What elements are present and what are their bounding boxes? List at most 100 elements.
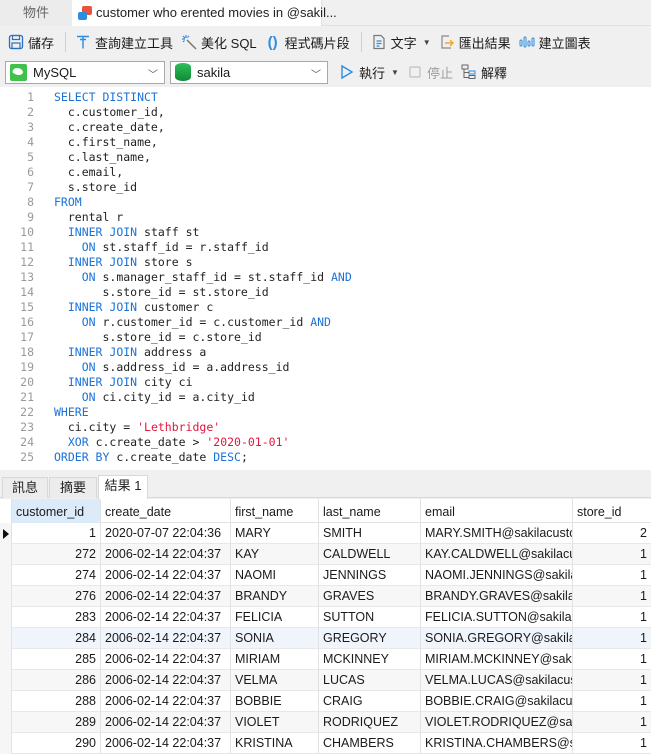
cell-email[interactable]: NAOMI.JENNINGS@sakilacustomer.org — [421, 565, 573, 586]
row-indicator[interactable] — [0, 586, 12, 607]
cell-last-name[interactable]: LUCAS — [319, 670, 421, 691]
tab-query[interactable]: customer who erented movies in @sakil... — [72, 0, 337, 26]
sql-editor[interactable]: 1 SELECT DISTINCT 2 c.customer_id, 3 c.crea… — [0, 87, 651, 470]
cell-last-name[interactable]: GRAVES — [319, 586, 421, 607]
row-indicator[interactable] — [0, 691, 12, 712]
cell-store-id[interactable]: 1 — [573, 691, 651, 712]
cell-customer-id[interactable]: 1 — [12, 523, 101, 544]
cell-email[interactable]: SONIA.GREGORY@sakilacustomer.org — [421, 628, 573, 649]
row-indicator[interactable] — [0, 628, 12, 649]
cell-create-date[interactable]: 2006-02-14 22:04:37 — [101, 691, 231, 712]
cell-email[interactable]: VELMA.LUCAS@sakilacustomer.org — [421, 670, 573, 691]
cell-store-id[interactable]: 1 — [573, 544, 651, 565]
column-header[interactable]: create_date — [101, 499, 231, 523]
cell-customer-id[interactable]: 288 — [12, 691, 101, 712]
explain-button[interactable]: 解釋 — [458, 60, 510, 84]
tab-message[interactable]: 訊息 — [2, 477, 48, 498]
row-indicator[interactable] — [0, 607, 12, 628]
cell-store-id[interactable]: 1 — [573, 607, 651, 628]
cell-create-date[interactable]: 2020-07-07 22:04:36 — [101, 523, 231, 544]
table-row[interactable]: 276 2006-02-14 22:04:37 BRANDY GRAVES BRANDY… — [0, 586, 651, 607]
cell-last-name[interactable]: CHAMBERS — [319, 733, 421, 754]
row-indicator[interactable] — [0, 712, 12, 733]
column-header[interactable]: last_name — [319, 499, 421, 523]
cell-first-name[interactable]: SONIA — [231, 628, 319, 649]
tab-result-1[interactable]: 結果 1 — [98, 475, 148, 499]
table-row[interactable]: 1 2020-07-07 22:04:36 MARY SMITH MARY.SMITH@… — [0, 523, 651, 544]
dropdown-caret-icon[interactable]: ▼ — [423, 38, 431, 47]
export-results-button[interactable]: 匯出結果 — [436, 30, 514, 54]
cell-create-date[interactable]: 2006-02-14 22:04:37 — [101, 649, 231, 670]
cell-first-name[interactable]: FELICIA — [231, 607, 319, 628]
cell-last-name[interactable]: SMITH — [319, 523, 421, 544]
row-indicator[interactable] — [0, 670, 12, 691]
run-button[interactable]: 執行 ▼ — [336, 60, 402, 84]
cell-email[interactable]: MARY.SMITH@sakilacustomer.org — [421, 523, 573, 544]
save-button[interactable]: 儲存 — [5, 30, 57, 54]
tab-summary[interactable]: 摘要 — [49, 477, 97, 498]
cell-create-date[interactable]: 2006-02-14 22:04:37 — [101, 712, 231, 733]
result-grid[interactable]: customer_id create_date first_name last_… — [0, 499, 651, 754]
table-row[interactable]: 288 2006-02-14 22:04:37 BOBBIE CRAIG BOBBIE.… — [0, 691, 651, 712]
cell-create-date[interactable]: 2006-02-14 22:04:37 — [101, 607, 231, 628]
table-row[interactable]: 284 2006-02-14 22:04:37 SONIA GREGORY SONIA.… — [0, 628, 651, 649]
cell-last-name[interactable]: GREGORY — [319, 628, 421, 649]
column-header[interactable]: email — [421, 499, 573, 523]
row-indicator[interactable] — [0, 523, 12, 544]
cell-last-name[interactable]: CRAIG — [319, 691, 421, 712]
cell-store-id[interactable]: 1 — [573, 586, 651, 607]
cell-create-date[interactable]: 2006-02-14 22:04:37 — [101, 733, 231, 754]
cell-customer-id[interactable]: 274 — [12, 565, 101, 586]
row-indicator[interactable] — [0, 565, 12, 586]
table-row[interactable]: 290 2006-02-14 22:04:37 KRISTINA CHAMBERS KR… — [0, 733, 651, 754]
cell-first-name[interactable]: BOBBIE — [231, 691, 319, 712]
cell-last-name[interactable]: SUTTON — [319, 607, 421, 628]
cell-store-id[interactable]: 1 — [573, 733, 651, 754]
cell-first-name[interactable]: KRISTINA — [231, 733, 319, 754]
cell-email[interactable]: KAY.CALDWELL@sakilacustomer.org — [421, 544, 573, 565]
cell-create-date[interactable]: 2006-02-14 22:04:37 — [101, 544, 231, 565]
cell-create-date[interactable]: 2006-02-14 22:04:37 — [101, 565, 231, 586]
column-header[interactable]: first_name — [231, 499, 319, 523]
cell-first-name[interactable]: VIOLET — [231, 712, 319, 733]
cell-store-id[interactable]: 1 — [573, 649, 651, 670]
cell-store-id[interactable]: 1 — [573, 712, 651, 733]
cell-store-id[interactable]: 1 — [573, 628, 651, 649]
stop-button[interactable]: 停止 — [404, 60, 456, 84]
query-builder-button[interactable]: 查詢建立工具 — [72, 30, 176, 54]
cell-store-id[interactable]: 1 — [573, 670, 651, 691]
cell-customer-id[interactable]: 283 — [12, 607, 101, 628]
database-select[interactable]: sakila ﹀ — [170, 60, 328, 84]
table-row[interactable]: 286 2006-02-14 22:04:37 VELMA LUCAS VELMA.LU… — [0, 670, 651, 691]
cell-customer-id[interactable]: 289 — [12, 712, 101, 733]
cell-email[interactable]: MIRIAM.MCKINNEY@sakilacustomer.org — [421, 649, 573, 670]
cell-email[interactable]: KRISTINA.CHAMBERS@sakilacustomer.org — [421, 733, 573, 754]
cell-last-name[interactable]: JENNINGS — [319, 565, 421, 586]
cell-create-date[interactable]: 2006-02-14 22:04:37 — [101, 628, 231, 649]
cell-store-id[interactable]: 1 — [573, 565, 651, 586]
table-row[interactable]: 274 2006-02-14 22:04:37 NAOMI JENNINGS NAOMI… — [0, 565, 651, 586]
cell-store-id[interactable]: 2 — [573, 523, 651, 544]
cell-first-name[interactable]: BRANDY — [231, 586, 319, 607]
create-chart-button[interactable]: 建立圖表 — [516, 30, 594, 54]
table-row[interactable]: 285 2006-02-14 22:04:37 MIRIAM MCKINNEY MIRI… — [0, 649, 651, 670]
table-row[interactable]: 289 2006-02-14 22:04:37 VIOLET RODRIQUEZ VIO… — [0, 712, 651, 733]
cell-create-date[interactable]: 2006-02-14 22:04:37 — [101, 670, 231, 691]
cell-first-name[interactable]: KAY — [231, 544, 319, 565]
tab-objects[interactable]: 物件 — [0, 0, 72, 26]
row-indicator[interactable] — [0, 544, 12, 565]
cell-first-name[interactable]: VELMA — [231, 670, 319, 691]
cell-customer-id[interactable]: 272 — [12, 544, 101, 565]
cell-email[interactable]: FELICIA.SUTTON@sakilacustomer.org — [421, 607, 573, 628]
column-header[interactable]: store_id — [573, 499, 651, 523]
cell-create-date[interactable]: 2006-02-14 22:04:37 — [101, 586, 231, 607]
cell-first-name[interactable]: MARY — [231, 523, 319, 544]
table-row[interactable]: 283 2006-02-14 22:04:37 FELICIA SUTTON FELIC… — [0, 607, 651, 628]
cell-customer-id[interactable]: 290 — [12, 733, 101, 754]
cell-email[interactable]: BOBBIE.CRAIG@sakilacustomer.org — [421, 691, 573, 712]
row-indicator[interactable] — [0, 733, 12, 754]
cell-email[interactable]: VIOLET.RODRIQUEZ@sakilacustomer.org — [421, 712, 573, 733]
table-row[interactable]: 272 2006-02-14 22:04:37 KAY CALDWELL KAY.CAL… — [0, 544, 651, 565]
text-button[interactable]: 文字 ▼ — [368, 30, 434, 54]
cell-customer-id[interactable]: 276 — [12, 586, 101, 607]
